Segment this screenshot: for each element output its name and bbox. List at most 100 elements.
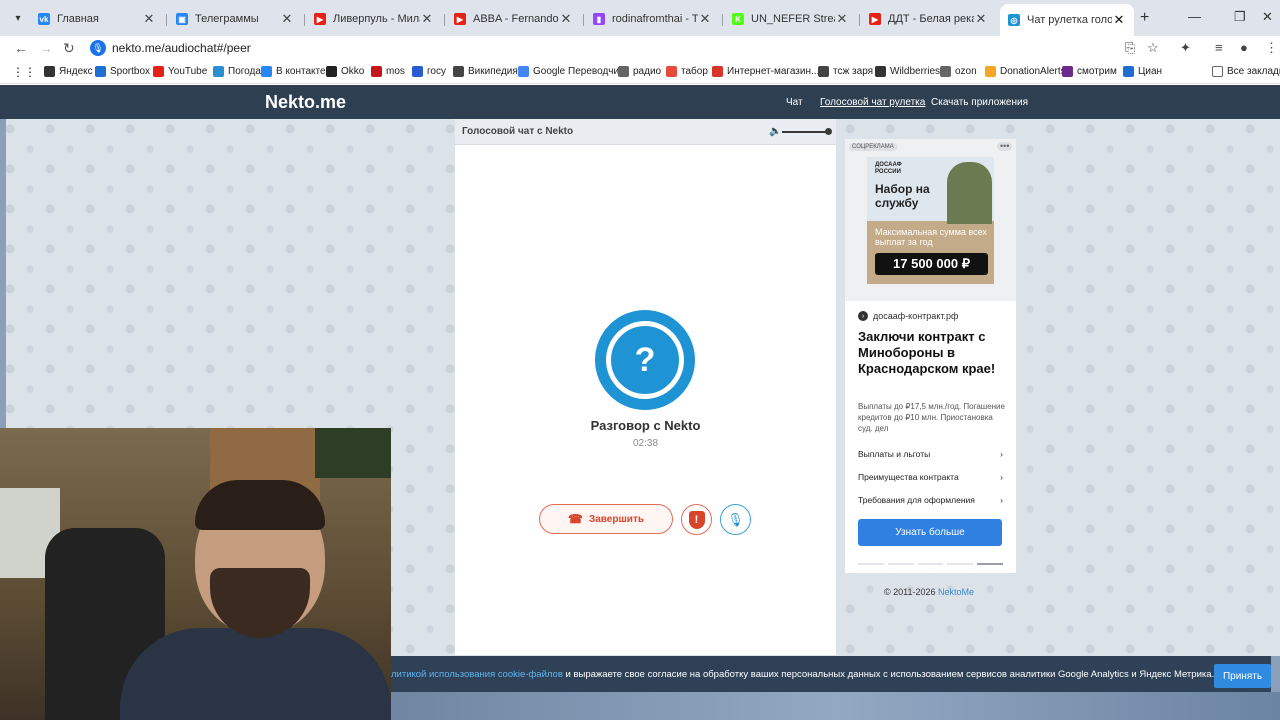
tab-close-icon[interactable]: ✕ [1112, 12, 1126, 28]
nav-voice-chat[interactable]: Голосовой чат рулетка [820, 97, 925, 108]
banner-heading: Набор на службу [875, 182, 930, 210]
ad-learn-more-button[interactable]: Узнать больше [858, 519, 1002, 546]
new-tab-icon[interactable]: + [1140, 9, 1149, 27]
bookmark-favicon-icon [453, 66, 464, 77]
cookie-banner: литикой использования cookie-файлов и вы… [391, 656, 1271, 692]
volume-slider[interactable] [782, 131, 828, 133]
tab-4[interactable]: ▶ ABBA - Fernando (Officia✕ [446, 8, 581, 30]
tab-title: ABBA - Fernando (Officia [473, 13, 559, 25]
tab-close-icon[interactable]: ✕ [974, 11, 988, 27]
tab-close-icon[interactable]: ✕ [420, 11, 434, 27]
ad-title[interactable]: Заключи контракт с Минобороны в Краснода… [858, 329, 1008, 377]
tab-search-icon[interactable]: ▾ [8, 8, 28, 28]
ad-badge: СОЦРЕКЛАМА [849, 143, 897, 151]
soldier-image [947, 162, 992, 224]
tab-close-icon[interactable]: ✕ [698, 11, 712, 27]
bookmark-9[interactable]: Википедия [453, 66, 518, 77]
tab-2[interactable]: ▣ Телеграммы ✕ [168, 8, 302, 30]
apps-icon[interactable]: ⋮⋮ [12, 65, 36, 79]
tab-title: Телеграммы [195, 13, 259, 25]
media-icon[interactable]: ≡ [1215, 40, 1223, 55]
chat-header: Голосовой чат с Nekto 🔈 [455, 119, 836, 145]
bookmark-10[interactable]: Google Переводчик [518, 66, 623, 77]
microphone-button[interactable]: 🎙 [720, 504, 751, 535]
bookmark-favicon-icon [940, 66, 951, 77]
bookmark-8[interactable]: госу [412, 66, 446, 77]
bookmark-12[interactable]: табор [666, 66, 708, 77]
site-header: Nekto.me Чат Голосовой чат рулетка Скача… [0, 85, 1280, 119]
profile-icon[interactable]: ● [1240, 40, 1248, 55]
bookmark-1[interactable]: Яндекс [44, 66, 93, 77]
bookmark-favicon-icon [712, 66, 723, 77]
nektome-link[interactable]: NektoMe [938, 587, 974, 597]
tab-title: ДДТ - Белая река (Offici [888, 13, 974, 25]
site-info-icon[interactable]: 🎙 [90, 40, 106, 56]
bookmark-5[interactable]: В контакте [261, 66, 326, 77]
menu-icon[interactable]: ⋮ [1265, 40, 1278, 56]
bookmark-6[interactable]: Okko [326, 66, 364, 77]
bookmark-17[interactable]: DonationAlerts [985, 66, 1066, 77]
tab-7[interactable]: ▶ ДДТ - Белая река (Offici✕ [861, 8, 996, 30]
bookmark-13[interactable]: Интернет-магазин... [712, 66, 819, 77]
tab-title: Ливерпуль - Милан. Пре [333, 13, 420, 25]
end-call-label: Завершить [588, 513, 644, 525]
reload-icon[interactable]: ↻ [63, 40, 75, 57]
ad-banner[interactable]: ДОСААФ РОССИИ Набор на службу Максимальн… [867, 157, 994, 284]
tab-separator [166, 14, 167, 26]
extensions-icon[interactable]: ✦ [1180, 40, 1191, 56]
tab-3[interactable]: ▶ Ливерпуль - Милан. Пре✕ [306, 8, 442, 30]
bookmark-18[interactable]: смотрим [1062, 66, 1117, 77]
address-bar[interactable]: 🎙 nekto.me/audiochat#/peer [86, 38, 1176, 58]
install-icon[interactable]: ⎘ [1125, 40, 1135, 56]
nav-download-apps[interactable]: Скачать приложения [931, 97, 1028, 108]
site-logo[interactable]: Nekto.me [265, 92, 346, 113]
bookmark-2[interactable]: Sportbox [95, 66, 150, 77]
tab-5[interactable]: ▮ rodinafromthai - Twitch✕ [585, 8, 720, 30]
bookmark-star-icon[interactable]: ☆ [1147, 40, 1159, 56]
bookmark-19[interactable]: Циан [1123, 66, 1162, 77]
voice-chat-panel: Голосовой чат с Nekto 🔈 ? Разговор с Nek… [455, 119, 836, 655]
ad-link-payments[interactable]: Выплаты и льготы › [858, 449, 1003, 459]
cookie-accept-button[interactable]: Принять [1214, 664, 1271, 688]
close-window-icon[interactable]: ✕ [1262, 9, 1273, 25]
back-icon[interactable]: ← [14, 40, 28, 56]
restore-icon[interactable]: ❐ [1234, 9, 1246, 25]
url-text[interactable]: nekto.me/audiochat#/peer [112, 41, 251, 55]
tab-1[interactable]: vk Главная ✕ [30, 8, 164, 30]
tab-close-icon[interactable]: ✕ [559, 11, 573, 27]
ad-more-icon[interactable]: ••• [997, 142, 1013, 151]
tab-close-icon[interactable]: ✕ [280, 11, 294, 27]
tab-separator [304, 14, 305, 26]
tab-6[interactable]: K UN_NEFER Stream - Watc✕ [724, 8, 857, 30]
report-button[interactable]: ! [681, 504, 712, 535]
chevron-right-icon: › [1000, 472, 1003, 482]
cookie-policy-link[interactable]: литикой использования cookie-файлов [391, 669, 563, 680]
bookmark-7[interactable]: mos [371, 66, 405, 77]
banner-sum: 17 500 000 ₽ [875, 253, 988, 275]
forward-icon[interactable]: → [39, 40, 53, 56]
bookmark-11[interactable]: радио [618, 66, 661, 77]
ad-domain[interactable]: › досааф-контракт.рф [858, 311, 958, 321]
bookmark-favicon-icon [213, 66, 224, 77]
bookmark-14[interactable]: тсж заря [818, 66, 873, 77]
advertisement[interactable]: СОЦРЕКЛАМА ••• ДОСААФ РОССИИ Набор на сл… [845, 139, 1016, 573]
volume-slider-knob[interactable] [825, 128, 832, 135]
copyright: © 2011-2026 NektoMe [884, 587, 975, 597]
tab-close-icon[interactable]: ✕ [142, 11, 156, 27]
bookmark-16[interactable]: ozon [940, 66, 977, 77]
bookmark-3[interactable]: YouTube [153, 66, 207, 77]
tab-8[interactable]: ◎ Чат рулетка голосов✕ [1000, 4, 1134, 36]
bookmark-15[interactable]: Wildberries [875, 66, 940, 77]
end-call-button[interactable]: ☎ Завершить [539, 504, 673, 534]
bookmark-4[interactable]: Погода [213, 66, 261, 77]
ad-description: Выплаты до ₽17,5 млн./год. Погашение кре… [858, 402, 1005, 433]
ad-link-requirements[interactable]: Требования для оформления › [858, 495, 1003, 505]
bookmark-favicon-icon [412, 66, 423, 77]
nav-chat[interactable]: Чат [786, 97, 803, 108]
minimize-icon[interactable]: — [1188, 9, 1201, 24]
all-bookmarks[interactable]: Все закладки [1212, 66, 1280, 77]
tab-close-icon[interactable]: ✕ [835, 11, 849, 27]
volume-icon[interactable]: 🔈 [769, 126, 781, 137]
cookie-text: литикой использования cookie-файлов и вы… [391, 668, 1215, 680]
ad-link-benefits[interactable]: Преимущества контракта › [858, 472, 1003, 482]
